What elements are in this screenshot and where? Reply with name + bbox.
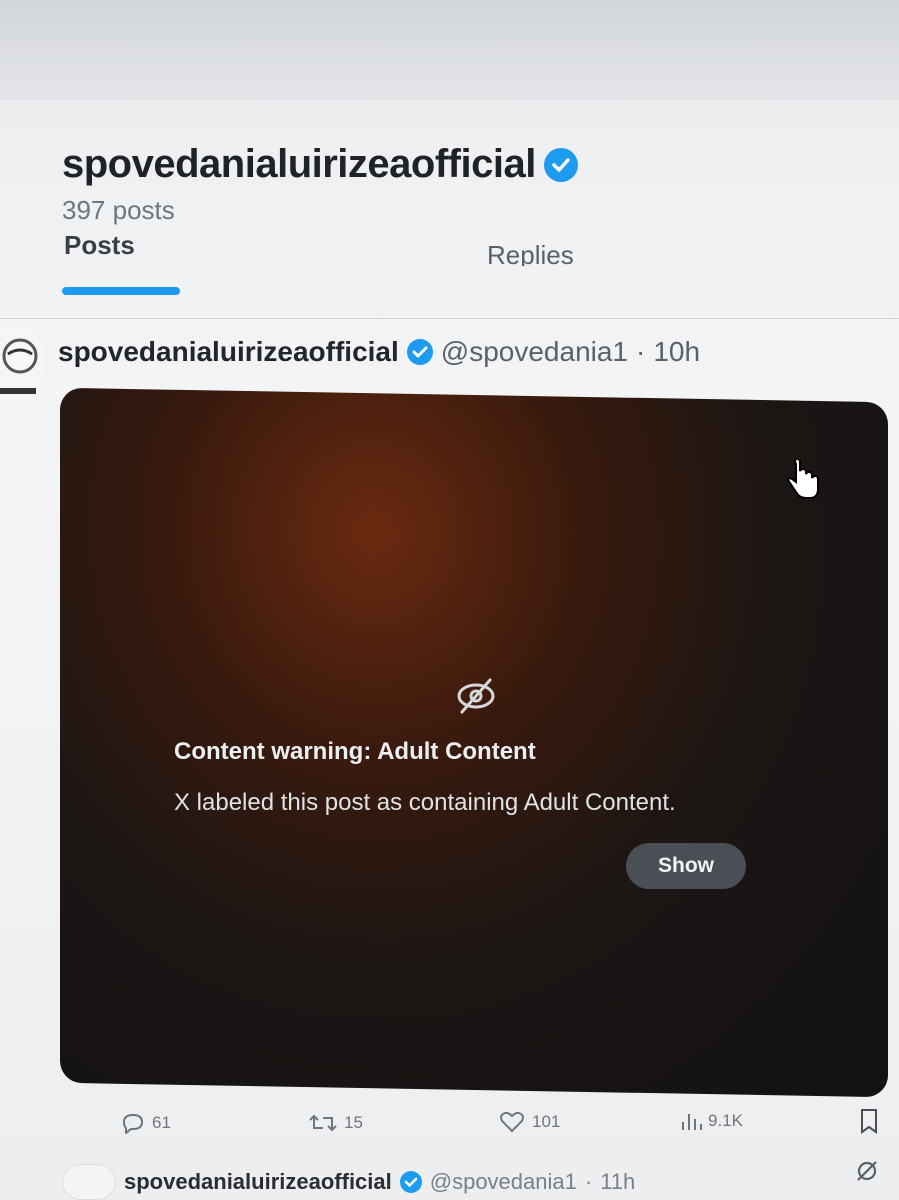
grok-icon[interactable] (854, 1158, 880, 1184)
like-count: 101 (532, 1112, 561, 1131)
avatar[interactable] (62, 1164, 116, 1200)
bookmark-button[interactable] (858, 1108, 880, 1134)
like-icon (500, 1111, 524, 1133)
post-handle[interactable]: @spovedania1 (441, 336, 628, 368)
profile-header: spovedanialuirizeaofficial (62, 142, 578, 187)
screen: spovedanialuirizeaofficial 397 posts Pos… (0, 0, 899, 1200)
reply-button[interactable]: 61 (120, 1112, 171, 1134)
views-button[interactable]: 9.1K (680, 1110, 743, 1132)
next-post-separator: · (584, 1169, 593, 1194)
tab-replies[interactable]: Replies (487, 240, 574, 266)
verified-badge-icon (406, 339, 433, 365)
views-icon (682, 1114, 702, 1130)
divider (0, 318, 899, 319)
content-warning-title: Content warning: Adult Content (174, 738, 536, 765)
avatar[interactable] (0, 326, 44, 402)
views-count: 9.1K (708, 1111, 743, 1130)
post-time[interactable]: 10h (653, 336, 700, 368)
post-header: spovedanialuirizeaofficial @spovedania1 … (58, 336, 700, 368)
bookmark-icon (861, 1109, 877, 1134)
next-post-display-name[interactable]: spovedanialuirizeaofficial (124, 1169, 392, 1195)
active-tab-indicator (62, 287, 180, 295)
content-warning-text: X labeled this post as containing Adult … (174, 789, 676, 816)
like-button[interactable]: 101 (498, 1110, 560, 1134)
next-post-header: spovedanialuirizeaofficial @spovedania1 … (62, 1164, 635, 1200)
top-bar (0, 0, 899, 100)
reply-count: 61 (152, 1113, 171, 1132)
post-count: 397 posts (62, 195, 175, 225)
post-actions: 61 15 101 9.1K (0, 1108, 899, 1142)
show-button[interactable]: Show (626, 843, 746, 889)
repost-count: 15 (344, 1113, 363, 1132)
next-post-handle[interactable]: @spovedania1 (430, 1169, 577, 1195)
profile-display-name: spovedanialuirizeaofficial (62, 142, 536, 186)
post-display-name[interactable]: spovedanialuirizeaofficial (58, 336, 399, 368)
repost-icon (309, 1114, 337, 1132)
verified-badge-icon (399, 1171, 422, 1193)
tab-posts[interactable]: Posts (64, 230, 135, 256)
reply-icon (122, 1113, 144, 1134)
next-post-time[interactable]: 11h (600, 1169, 635, 1195)
verified-badge-icon (543, 147, 578, 182)
post-separator: · (636, 336, 646, 367)
eye-slash-icon (457, 678, 495, 714)
repost-button[interactable]: 15 (308, 1112, 363, 1134)
hand-cursor-icon (786, 460, 819, 499)
